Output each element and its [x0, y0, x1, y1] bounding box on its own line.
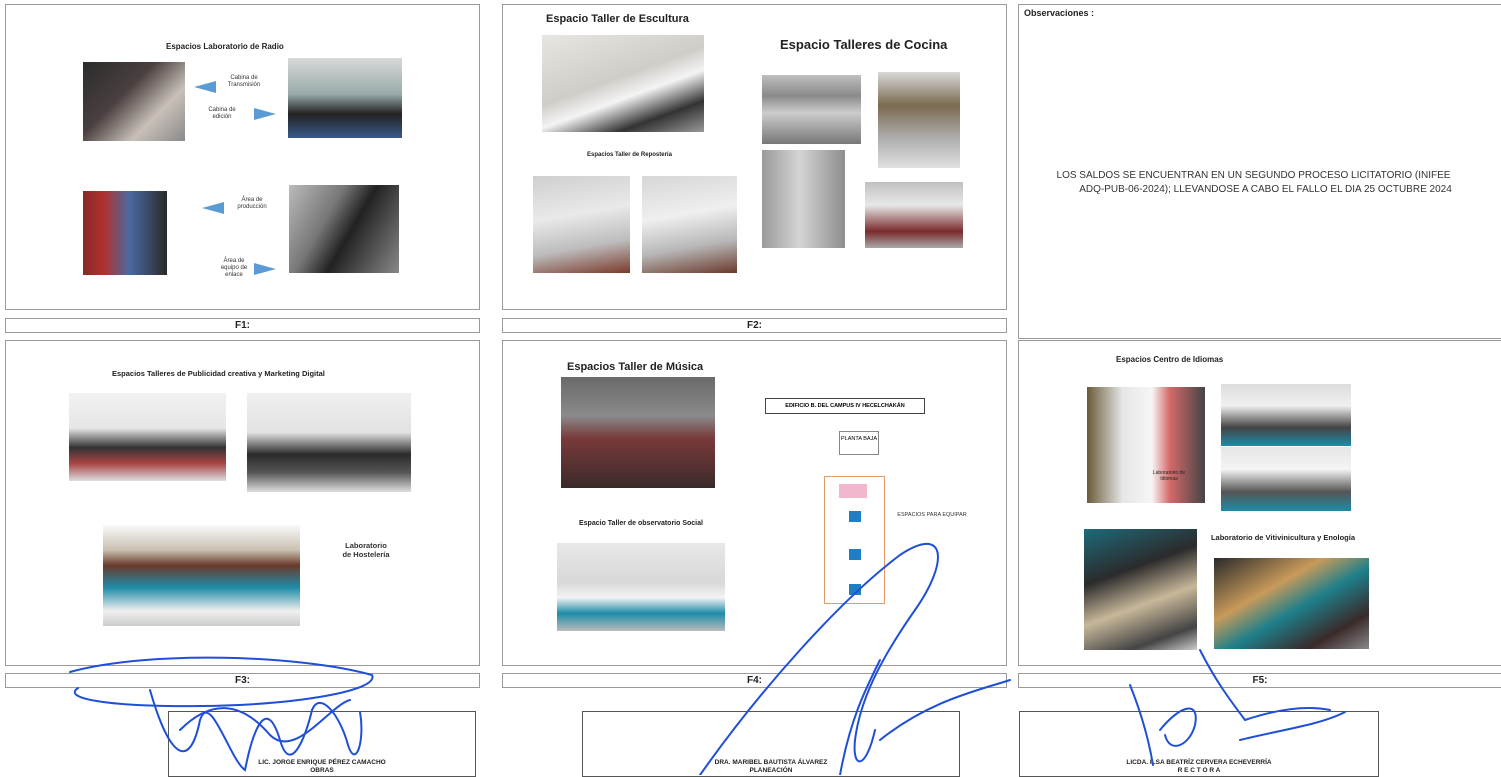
- signature-rectora: [1129, 649, 1346, 766]
- signature-obras: [69, 656, 374, 772]
- signature-planeacion: [699, 543, 1011, 775]
- handwritten-signatures: [69, 543, 1346, 775]
